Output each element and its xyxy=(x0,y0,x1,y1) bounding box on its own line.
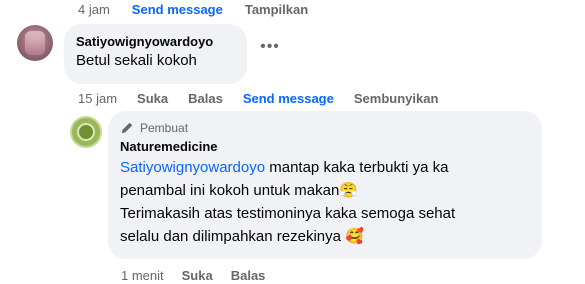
comment-actions: 15 jam Suka Balas Send message Sembunyik… xyxy=(78,89,458,107)
like-button[interactable]: Suka xyxy=(137,91,168,106)
comment-bubble: Satiyowignyowardoyo Betul sekali kokoh xyxy=(64,24,247,84)
emoji: 🥰 xyxy=(345,228,364,245)
comment-author[interactable]: Satiyowignyowardoyo xyxy=(76,34,235,49)
show-link[interactable]: Tampilkan xyxy=(245,2,308,17)
timestamp[interactable]: 4 jam xyxy=(78,2,110,17)
badge-label: Pembuat xyxy=(140,121,189,135)
send-message-link[interactable]: Send message xyxy=(132,2,223,17)
timestamp[interactable]: 15 jam xyxy=(78,91,117,106)
reply-button[interactable]: Balas xyxy=(188,91,223,106)
reply-actions: 1 menit Suka Balas xyxy=(121,267,283,283)
reply-text: Satiyowignyowardoyo mantap kaka terbukti… xyxy=(120,156,530,248)
previous-comment-actions: 4 jam Send message Tampilkan xyxy=(78,0,330,18)
ellipsis-icon[interactable]: ••• xyxy=(260,39,280,58)
emoji: 😤 xyxy=(339,182,358,199)
send-message-link[interactable]: Send message xyxy=(243,91,334,106)
mention-link[interactable]: Satiyowignyowardoyo xyxy=(120,159,265,176)
avatar[interactable] xyxy=(17,25,53,61)
reply-author[interactable]: Naturemedicine xyxy=(120,139,530,154)
avatar[interactable] xyxy=(70,116,102,148)
like-button[interactable]: Suka xyxy=(182,268,213,283)
timestamp[interactable]: 1 menit xyxy=(121,268,164,283)
hide-button[interactable]: Sembunyikan xyxy=(354,91,439,106)
reply-bubble: Pembuat Naturemedicine Satiyowignyowardo… xyxy=(108,111,542,259)
reply-button[interactable]: Balas xyxy=(231,268,266,283)
comment-text: Betul sekali kokoh xyxy=(76,52,197,69)
pencil-icon xyxy=(121,122,133,134)
author-badge: Pembuat xyxy=(120,119,530,137)
